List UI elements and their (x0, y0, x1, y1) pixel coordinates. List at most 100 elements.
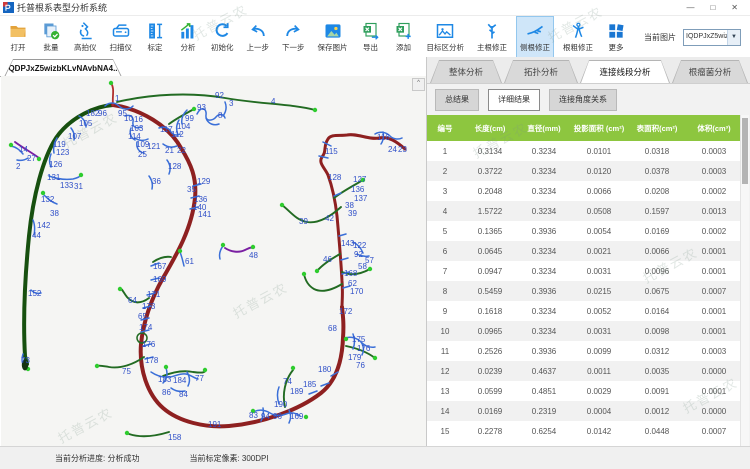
table-cell: 0.0599 (463, 381, 517, 401)
table-cell: 0.3234 (517, 261, 571, 281)
document-tab-row: IQDPJxZ5wizbKLvNAvbNA4... (0, 57, 426, 77)
table-row[interactable]: 110.25260.39360.00990.03120.0003 (427, 341, 740, 361)
table-cell: 0.0448 (627, 421, 687, 441)
batch-button[interactable]: 批量 (37, 16, 65, 58)
table-cell: 0.0091 (627, 381, 687, 401)
table-cell: 0.2319 (517, 401, 571, 421)
root-segment-label: 75 (122, 367, 131, 376)
table-row[interactable]: 50.13650.39360.00540.01690.0002 (427, 221, 740, 241)
lateral-root-correction-button[interactable]: 侧根修正 (516, 16, 554, 58)
open-folder-icon (8, 21, 28, 41)
root-segment-label: 64 (128, 296, 137, 305)
connection-angle-button[interactable]: 连接角度关系 (549, 89, 617, 111)
root-segment-label: 185 (303, 380, 317, 389)
column-header: 表面积(cm²) (627, 115, 687, 141)
lateral-root-icon (525, 21, 545, 41)
table-row[interactable]: 100.09650.32340.00310.00980.0001 (427, 321, 740, 341)
table-cell: 0.0239 (463, 361, 517, 381)
root-diameter-correction-button[interactable]: 根粗修正 (559, 16, 597, 58)
analyze-button[interactable]: 分析 (174, 16, 202, 58)
initialize-button[interactable]: 初始化 (207, 16, 238, 58)
table-cell: 0.0001 (687, 241, 740, 261)
table-row[interactable]: 120.02390.46370.00110.00350.0000 (427, 361, 740, 381)
next-step-button[interactable]: 下一步 (278, 16, 309, 58)
more-button[interactable]: 更多 (602, 16, 630, 58)
tab-segment-analysis[interactable]: 连接线段分析 (580, 60, 670, 83)
table-cell: 0.0002 (687, 181, 740, 201)
add-button[interactable]: 添加 (390, 16, 418, 58)
root-image-area[interactable]: 1969592384939910418210510711912312613113… (1, 76, 426, 447)
doc-camera-button[interactable]: 高拍仪 (70, 16, 101, 58)
table-cell: 0.0096 (627, 261, 687, 281)
root-segment-label: 184 (173, 376, 187, 385)
previous-step-button[interactable]: 上一步 (243, 16, 274, 58)
table-cell: 0.3234 (517, 321, 571, 341)
total-result-button[interactable]: 总结果 (435, 89, 479, 111)
table-cell: 7 (427, 261, 463, 281)
segment-table-body: 10.31340.32340.01010.03180.000320.37220.… (427, 141, 740, 441)
calibrate-button[interactable]: 标定 (141, 16, 169, 58)
table-cell: 0.3234 (517, 141, 571, 161)
table-cell: 3 (427, 181, 463, 201)
root-segment-label: 58 (358, 262, 367, 271)
root-segment-label: 107 (68, 132, 82, 141)
root-segment-label: 8 (218, 111, 223, 120)
table-row[interactable]: 140.01690.23190.00040.00120.0000 (427, 401, 740, 421)
table-cell: 0.0000 (687, 361, 740, 381)
open-button[interactable]: 打开 (4, 16, 32, 58)
target-area-analysis-button[interactable]: 目标区分析 (423, 16, 469, 58)
title-bar: 托普根系表型分析系统 — □ ✕ (0, 0, 750, 16)
table-row[interactable]: 70.09470.32340.00310.00960.0001 (427, 261, 740, 281)
chevron-down-icon[interactable]: ▼ (727, 30, 740, 45)
table-row[interactable]: 130.05990.48510.00290.00910.0001 (427, 381, 740, 401)
toolbar-item-label: 根粗修正 (563, 42, 593, 53)
table-scrollbar-thumb[interactable] (742, 118, 748, 184)
root-segment-label: 44 (32, 231, 41, 240)
root-segment-label: 39 (299, 217, 308, 226)
table-row[interactable]: 20.37220.32340.01200.03780.0003 (427, 161, 740, 181)
root-segment-label: 180 (318, 365, 332, 374)
maximize-button[interactable]: □ (710, 3, 715, 12)
root-segment-label: 126 (49, 160, 63, 169)
root-segment-label: 174 (139, 323, 153, 332)
tab-overall-analysis[interactable]: 整体分析 (430, 60, 502, 83)
detailed-result-button[interactable]: 详细结果 (488, 89, 540, 111)
root-segment-label: 182 (86, 109, 100, 118)
table-row[interactable]: 80.54590.39360.02150.06750.0007 (427, 281, 740, 301)
root-segment-label: 61 (185, 257, 194, 266)
scanner-button[interactable]: 扫描仪 (106, 16, 137, 58)
root-segment-label: 158 (168, 433, 182, 442)
table-cell: 0.3936 (517, 221, 571, 241)
tab-nodule-analysis[interactable]: 根瘤菌分析 (672, 60, 748, 83)
table-row[interactable]: 60.06450.32340.00210.00660.0001 (427, 241, 740, 261)
table-row[interactable]: 150.22780.62540.01420.04480.0007 (427, 421, 740, 441)
table-scrollbar[interactable] (740, 115, 749, 446)
tab-topology-analysis[interactable]: 拓扑分析 (504, 60, 578, 83)
table-row[interactable]: 30.20480.32340.00660.02080.0002 (427, 181, 740, 201)
root-segment-label: 132 (41, 195, 55, 204)
toolbar-item-label: 导出 (363, 42, 378, 53)
document-tab[interactable]: IQDPJxZ5wizbKLvNAvbNA4... (4, 59, 122, 77)
panel-scroll-up-button[interactable]: ^ (412, 78, 425, 91)
root-diameter-icon (568, 21, 588, 41)
current-image-dropdown[interactable]: IQDPJxZ5wizb ▼ (683, 29, 741, 46)
table-cell: 2 (427, 161, 463, 181)
table-row[interactable]: 41.57220.32340.05080.15970.0013 (427, 201, 740, 221)
main-root-correction-button[interactable]: 主根修正 (473, 16, 511, 58)
table-cell: 0.0164 (627, 301, 687, 321)
toolbar-item-label: 扫描仪 (110, 42, 133, 53)
table-cell: 0.3234 (517, 161, 571, 181)
root-segment-label: 77 (195, 374, 204, 383)
table-row[interactable]: 10.31340.32340.01010.03180.0003 (427, 141, 740, 161)
close-button[interactable]: ✕ (731, 3, 738, 12)
export-button[interactable]: 导出 (357, 16, 385, 58)
root-tip-stub (111, 83, 113, 105)
root-visualization[interactable]: 1969592384939910418210510711912312613113… (1, 76, 426, 447)
root-segment-label: 21 (165, 146, 174, 155)
table-cell: 0.3936 (517, 341, 571, 361)
table-cell: 0.0001 (687, 261, 740, 281)
minimize-button[interactable]: — (686, 3, 694, 12)
table-row[interactable]: 90.16180.32340.00520.01640.0001 (427, 301, 740, 321)
table-cell: 0.0004 (571, 401, 627, 421)
save-image-button[interactable]: 保存图片 (314, 16, 352, 58)
